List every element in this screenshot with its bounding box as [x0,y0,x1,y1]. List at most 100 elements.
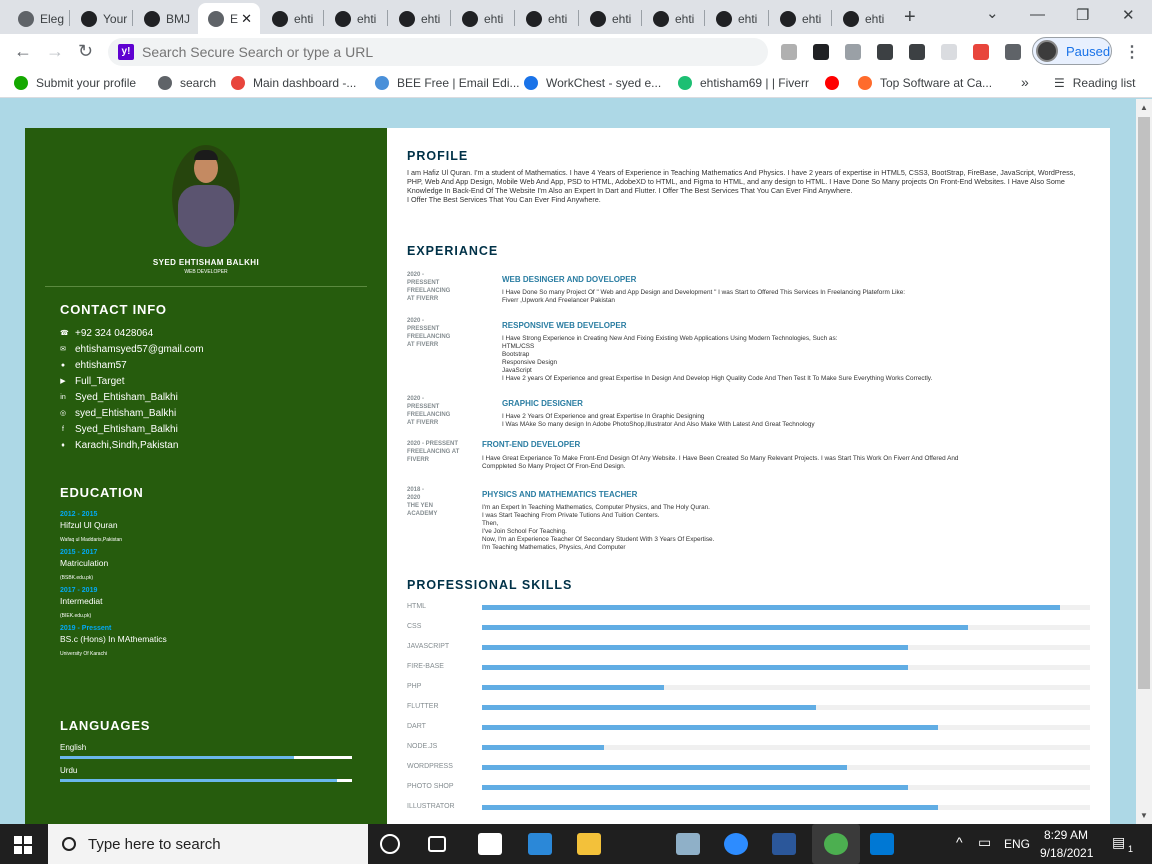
instagram-icon: ◎ [60,410,67,417]
contact-item[interactable]: ☎ +92 324 0428064 [60,325,204,341]
language-name: English [60,743,87,752]
bookmark-item[interactable]: Submit your profile [14,76,136,90]
windows-start-icon[interactable] [14,836,32,854]
browser-tab[interactable]: E ✕ [198,3,260,34]
bookmark-item[interactable]: WorkChest - syed e... [524,76,661,90]
experience-date-range: 2020 - PRESSENT [407,396,440,410]
vscode-icon[interactable] [870,833,894,855]
language-name: Urdu [60,766,78,775]
browser-tab[interactable]: ehti [580,3,642,34]
contact-text: Syed_Ehtisham_Balkhi [75,423,178,435]
language-item: English [60,743,352,759]
scrollbar-thumb[interactable] [1138,117,1150,689]
mail-icon[interactable] [528,833,552,855]
experience-description: I Have 2 Years Of Experience and great E… [502,413,1082,429]
browser-tab[interactable]: ehti [833,3,895,34]
more-bookmarks-button[interactable]: » [1021,74,1029,90]
browser-tab[interactable]: ehti [516,3,578,34]
contact-item[interactable]: ✉ ehtishamsyed57@gmail.com [60,341,203,357]
cortana-icon[interactable] [380,834,400,854]
chrome-icon[interactable] [824,833,848,855]
contact-item[interactable]: ● ehtisham57 [60,357,204,373]
save-extension-icon[interactable] [877,44,893,60]
bookmark-item[interactable]: search [158,76,216,90]
url-input[interactable] [142,44,702,60]
browser-tab[interactable]: BMJ [134,3,196,34]
contact-item[interactable]: ◎ syed_Ehtisham_Balkhi [60,405,204,421]
bookmark-icon [524,76,538,90]
browser-tab[interactable]: ehti [325,3,387,34]
taskbar-search[interactable]: Type here to search [48,824,368,864]
experience-line: Comppleted So Many Project Of Fron-End D… [482,463,626,470]
reading-list-label: Reading list [1072,76,1136,90]
skill-item: HTML [407,602,1090,612]
file-explorer-icon[interactable] [577,833,601,855]
js-extension-icon[interactable] [781,44,797,60]
document-extension-icon[interactable] [813,44,829,60]
browser-tab[interactable]: ehti [706,3,768,34]
profile-paragraph-2: I Offer The Best Services That You Can E… [407,195,601,204]
browser-tab[interactable]: ehti [389,3,451,34]
reading-list-icon: ☰ [1054,76,1065,90]
forward-arrow-icon[interactable]: → [46,41,64,62]
close-window-icon[interactable]: ✕ [1122,6,1135,24]
reload-icon[interactable]: ↻ [78,41,93,62]
taskbar: Type here to search ^ ▭ ENG 8:29 AM 9/18… [0,824,1152,864]
network-icon[interactable]: ▭ [978,834,991,851]
contact-item[interactable]: in Syed_Ehtisham_Balkhi [60,389,204,405]
menu-kebab-icon[interactable]: ⋮ [1124,42,1140,62]
skill-bar-fill [482,625,969,630]
address-bar[interactable]: y! [108,38,768,66]
bookmark-item[interactable] [825,76,847,90]
reading-list-button[interactable]: ☰ Reading list [1054,76,1135,90]
avatar [1036,40,1058,62]
close-icon[interactable]: ✕ [241,11,252,27]
bookmark-label: ehtisham69 | | Fiverr [700,76,809,90]
contact-item[interactable]: ▶ Full_Target [60,373,204,389]
browser-tab[interactable]: ehti [452,3,514,34]
extensions-puzzle-icon[interactable] [1005,44,1021,60]
phone-icon: ☎ [60,330,69,337]
bookmark-item[interactable]: Top Software at Ca... [858,76,992,90]
github-icon [399,10,415,27]
task-view-icon[interactable] [428,836,446,852]
browser-tab[interactable]: ehti [643,3,705,34]
word-icon[interactable] [772,833,796,855]
contact-item[interactable]: f Syed_Ehtisham_Balkhi [60,421,204,437]
frame-extension-icon[interactable] [941,44,957,60]
clock-time[interactable]: 8:29 AM [1044,828,1088,842]
notepad-icon[interactable] [676,833,700,855]
page-scrollbar[interactable]: ▲ ▼ [1136,99,1152,825]
github-icon [590,10,606,27]
language-indicator[interactable]: ENG [1004,837,1030,851]
contact-text: Karachi,Sindh,Pakistan [75,439,179,451]
new-tab-button[interactable]: + [904,6,916,29]
back-arrow-icon[interactable]: ← [14,41,32,62]
github-icon [716,10,732,27]
contact-item[interactable]: ♦ Karachi,Sindh,Pakistan [60,437,204,453]
restore-icon[interactable]: ❐ [1076,6,1089,24]
clock-date[interactable]: 9/18/2021 [1040,846,1093,860]
scroll-up-icon[interactable]: ▲ [1140,103,1148,112]
scroll-down-icon[interactable]: ▼ [1140,811,1148,820]
store-icon[interactable] [478,833,502,855]
bookmark-item[interactable]: ehtisham69 | | Fiverr [678,76,809,90]
tab-search-icon[interactable]: ⌄ [986,4,999,22]
browser-tab[interactable]: ehti [770,3,832,34]
minimize-icon[interactable]: — [1030,6,1045,23]
education-years: 2015 - 2017 [60,549,98,556]
browser-tab[interactable]: Eleg [8,3,70,34]
bookmark-item[interactable]: Main dashboard -... [231,76,356,90]
stats-extension-icon[interactable] [845,44,861,60]
browser-tab[interactable]: ehti [262,3,324,34]
bookmark-item[interactable]: BEE Free | Email Edi... [375,76,520,90]
zoom-icon[interactable] [724,833,748,855]
tray-chevron-icon[interactable]: ^ [956,834,963,850]
profile-button[interactable]: Paused [1032,37,1112,65]
email-icon: ✉ [60,346,66,353]
education-place: (BSBK.edu.pk) [60,575,94,581]
download-extension-icon[interactable] [909,44,925,60]
browser-tab[interactable]: Your [71,3,133,34]
code-extension-icon[interactable] [973,44,989,60]
notification-icon[interactable]: ▤ [1112,834,1125,851]
